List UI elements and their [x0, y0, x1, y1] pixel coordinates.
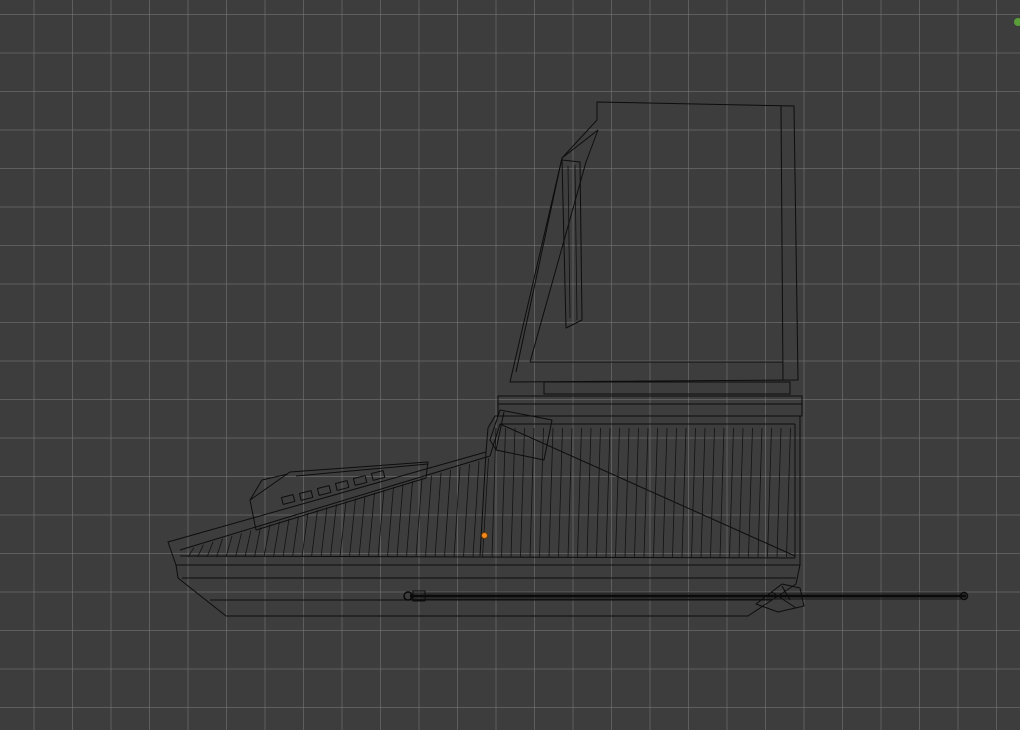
hatch-line — [263, 524, 271, 558]
hatch-line — [776, 427, 782, 558]
hatch-line — [425, 475, 432, 558]
hatch-line — [710, 427, 715, 558]
object-origin-marker[interactable] — [481, 532, 488, 539]
keyboard-base-wireframe — [167, 409, 801, 617]
hatch-line — [301, 512, 309, 558]
hatch-line — [757, 427, 763, 558]
hatch-line — [320, 507, 328, 558]
hatch-line — [738, 427, 744, 558]
hatch-line — [349, 498, 356, 558]
hatch-line — [681, 427, 687, 558]
hatch-line — [653, 427, 658, 558]
hatch-line — [700, 427, 706, 558]
monitor-stand-wireframe — [497, 395, 803, 417]
hatch-line — [691, 427, 696, 558]
hatch-line — [539, 427, 544, 558]
hatch-line — [567, 427, 573, 558]
hatch-line — [216, 538, 223, 558]
hatch-line — [748, 427, 753, 558]
hatch-line — [615, 427, 620, 558]
hatch-line — [605, 427, 611, 558]
hatch-line — [339, 501, 347, 558]
hatch-line — [596, 427, 601, 558]
hatch-line — [662, 427, 668, 558]
hatch-line — [273, 521, 280, 558]
hatch-line — [463, 464, 470, 558]
3d-viewport[interactable] — [0, 0, 1020, 730]
hatch-line — [548, 427, 554, 558]
hatch-line — [415, 478, 423, 558]
hatch-line — [387, 487, 394, 558]
monitor-wireframe — [509, 101, 799, 395]
hatch-line — [482, 458, 489, 558]
cable-wireframe — [403, 583, 969, 613]
hatch-line — [729, 427, 734, 558]
hatch-line — [510, 427, 516, 558]
hatch-line — [624, 427, 630, 558]
hatch-line — [529, 427, 535, 558]
hatch-line — [634, 427, 639, 558]
hatch-line — [472, 461, 480, 558]
body-hatching — [187, 427, 791, 558]
hatch-line — [786, 427, 791, 558]
hatch-line — [453, 466, 461, 558]
hatch-line — [187, 547, 195, 558]
hatch-line — [358, 495, 366, 558]
hatch-line — [672, 427, 677, 558]
hatch-line — [368, 492, 375, 558]
hatch-line — [254, 527, 261, 558]
hatch-line — [282, 518, 290, 558]
wireframe-model — [167, 101, 969, 617]
hatch-line — [225, 535, 233, 558]
hatch-line — [206, 541, 214, 558]
hatch-line — [520, 427, 525, 558]
hatch-line — [434, 472, 442, 558]
hatch-line — [197, 544, 204, 558]
hatch-line — [330, 504, 337, 558]
hatch-line — [586, 427, 592, 558]
key-row — [280, 470, 386, 505]
navigation-gizmo-dot[interactable] — [1014, 18, 1020, 26]
hatch-line — [396, 484, 404, 558]
hatch-line — [719, 427, 725, 558]
hatch-line — [406, 481, 413, 558]
hatch-line — [292, 515, 299, 558]
hatch-line — [311, 510, 318, 558]
hatch-line — [377, 489, 385, 558]
hatch-line — [444, 469, 451, 558]
hatch-line — [501, 427, 506, 558]
hatch-line — [643, 427, 649, 558]
hatch-line — [558, 427, 563, 558]
hatch-line — [491, 427, 497, 558]
hatch-line — [577, 427, 582, 558]
hatch-line — [767, 427, 772, 558]
hatch-line — [235, 533, 242, 558]
hatch-line — [244, 530, 252, 558]
